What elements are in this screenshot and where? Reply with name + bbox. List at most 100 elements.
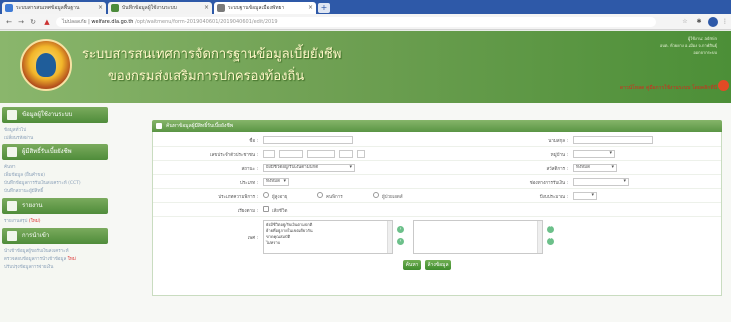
welfare-select[interactable]: ทั้งหมด [573,164,617,172]
radio-elderly-label: ผู้สูงอายุ [272,195,288,200]
address-bar: ← → ↻ ▲ ไม่ปลอดภัย | welfare.dla.go.th /… [0,14,731,30]
new-tab-button[interactable]: + [318,3,330,13]
move-left-icon[interactable]: ‹ [397,238,404,245]
people-icon [7,147,17,157]
sidebar-item-general[interactable]: ข้อมูลทั่วไป [4,126,26,133]
move-up-icon[interactable]: ˄ [547,226,554,233]
site-header: ระบบสารสนเทศการจัดการฐานข้อมูลเบี้ยยังชี… [0,31,731,103]
browser-tab-2[interactable]: บันทึกข้อมูลผู้ใช้งานระบบ × [108,2,212,14]
source-listbox[interactable]: ยังมีชีวิตอยู่/รับเงินตามปกติ ย้ายที่อยู… [263,220,393,254]
row-divider [153,160,721,161]
sidebar-item-report-summary[interactable]: รายงานสรุป (ใหม่) [4,217,41,224]
site-title-line2: ของกรมส่งเสริมการปกครองท้องถิ่น [108,69,305,84]
citizen-id-part-4[interactable] [339,150,353,158]
target-listbox[interactable] [413,220,543,254]
new-badge: ใหม่ [67,257,76,262]
download-icon[interactable] [718,80,729,91]
citizen-id-part-1[interactable] [263,150,275,158]
browser-tab-bar: ระบบสารสนเทศข้อมูลพื้นฐาน × บันทึกข้อมูล… [0,0,731,14]
type-label: ประเภท : [239,181,258,186]
sidebar-item-import-check[interactable]: ตรวจสอบข้อมูลการนำเข้าข้อมูล ใหม่ [4,255,76,262]
sidebar-item-status[interactable]: บันทึกสถานะผู้มีสิทธิ์ [4,187,43,194]
village-select[interactable] [573,150,615,158]
url-field[interactable]: ไม่ปลอดภัย | welfare.dla.go.th /opt/wait… [56,17,656,27]
disabled-type-label: ประเภทความพิการ : [218,195,258,200]
manual-download-link[interactable]: ดาวน์โหลด คู่มือการใช้งานระบบ โดยคลิกที่… [620,84,717,92]
radio-aids-label: ผู้ป่วยเอดส์ [382,195,403,200]
listbox-scrollbar[interactable] [537,221,542,253]
extension-icon[interactable]: ✱ [694,17,704,27]
deceased-checkbox-label: เสียชีวิต [272,209,288,214]
citizen-id-part-5[interactable] [357,150,365,158]
payment-channel-select[interactable] [573,178,629,186]
warning-icon: ▲ [44,18,50,26]
move-right-icon[interactable]: › [397,226,404,233]
sidebar-item-cct[interactable]: บันทึกข้อมูลการรับเงินสงเคราะห์ (CCT) [4,179,81,186]
back-icon[interactable]: ← [4,17,14,27]
browser-tab-1[interactable]: ระบบสารสนเทศข้อมูลพื้นฐาน × [2,2,106,14]
panel-title: ค้นหาข้อมูลผู้มีสิทธิ์รับเบี้ยยังชีพ [166,123,234,129]
sidebar-section-beneficiary[interactable]: ผู้มีสิทธิ์รับเบี้ยยังชีพ [2,144,108,160]
radio-elderly[interactable] [263,192,269,198]
list-item[interactable]: ไม่ทราบ [266,240,390,246]
close-icon[interactable]: × [204,2,209,14]
site-favicon-icon [217,4,225,12]
search-button[interactable]: ค้นหา [403,260,421,270]
close-icon[interactable]: × [308,2,313,14]
row-divider [153,188,721,189]
surname-input[interactable] [573,136,653,144]
sidebar-item-label: รายงานสรุป [4,219,28,224]
payment-channel-label: ช่องทางการรับเงิน : [529,181,568,186]
sidebar-item-payment-update[interactable]: ปรับปรุงข้อมูลการจ่ายเงิน [4,263,53,270]
row-divider [153,216,721,217]
report-icon [7,201,17,211]
browser-tab-3-active[interactable]: ระบบฐานข้อมูลเมืองพัทยา × [214,2,316,14]
logout-link[interactable]: ออกจากระบบ [693,49,717,56]
radio-disabled[interactable] [317,192,323,198]
search-panel-header: ค้นหาข้อมูลผู้มีสิทธิ์รับเบี้ยยังชีพ [152,120,722,132]
url-host: welfare.dla.go.th [91,19,134,25]
sidebar-item-search[interactable]: ค้นหา [4,163,16,170]
reload-icon[interactable]: ↻ [28,17,38,27]
citizen-id-part-2[interactable] [279,150,303,158]
move-down-icon[interactable]: ˅ [547,238,554,245]
tab-label: ระบบสารสนเทศข้อมูลพื้นฐาน [16,5,80,11]
deceased-checkbox[interactable] [263,206,269,212]
name-input[interactable] [263,136,353,144]
surname-label: นามสกุล : [548,139,568,144]
security-label: ไม่ปลอดภัย [62,19,87,25]
row-divider [153,146,721,147]
new-badge: (ใหม่) [28,219,41,224]
sidebar: ข้อมูลผู้ใช้งานระบบ ข้อมูลทั่วไป เปลี่ยน… [0,103,110,322]
status-select[interactable]: ยังมีชีวิตอยู่/รับเงินตามปกติ [263,164,355,172]
forward-icon[interactable]: → [16,17,26,27]
listbox-scrollbar[interactable] [387,221,392,253]
name-label: ชื่อ : [249,139,258,144]
sidebar-item-import-data[interactable]: นำเข้าข้อมูลผู้ขอรับเงินสงเคราะห์ [4,247,69,254]
menu-icon[interactable]: ⋮ [720,17,730,27]
sidebar-item-label: ตรวจสอบข้อมูลการนำเข้าข้อมูล [4,257,67,262]
radio-aids[interactable] [373,192,379,198]
sidebar-item-add[interactable]: เพิ่มข้อมูล (ยื่นคำขอ) [4,171,45,178]
status-label: สถานะ : [241,167,258,172]
radio-disabled-label: คนพิการ [326,195,343,200]
sidebar-section-report[interactable]: รายงาน [2,198,108,214]
year-select[interactable] [573,192,597,200]
welfare-label: สวัสดิการ : [546,167,568,172]
panel-icon [156,123,162,129]
citizen-id-part-3[interactable] [307,150,335,158]
type-select[interactable]: ทั้งหมด [263,178,289,186]
close-icon[interactable]: × [98,2,103,14]
row-divider [153,174,721,175]
tab-label: ระบบฐานข้อมูลเมืองพัทยา [228,5,285,11]
row-divider [153,202,721,203]
star-icon[interactable]: ☆ [680,17,690,27]
clear-button[interactable]: ล้างข้อมูล [425,260,451,270]
profile-icon[interactable] [708,17,718,27]
user-org-line: อบต. ห้วยยาง อ.เมือง จ.กาฬสินธุ์ [659,43,717,48]
sidebar-section-user[interactable]: ข้อมูลผู้ใช้งานระบบ [2,107,108,123]
sidebar-section-import[interactable]: การนำเข้า [2,228,108,244]
sidebar-item-change-password[interactable]: เปลี่ยนรหัสผ่าน [4,134,33,141]
search-panel: ชื่อ : นามสกุล : เลขประจำตัวประชาชน : หม… [152,132,722,296]
site-title-line1: ระบบสารสนเทศการจัดการฐานข้อมูลเบี้ยยังชี… [82,47,342,62]
